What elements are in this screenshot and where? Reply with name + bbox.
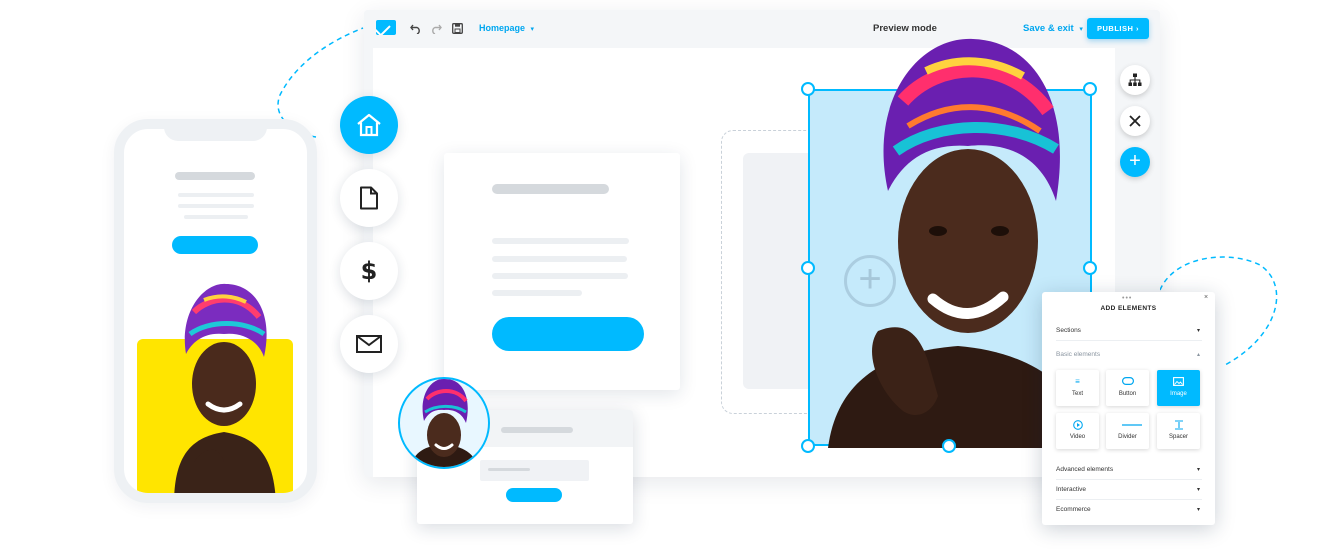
drag-handle-icon[interactable]: ••• — [1122, 295, 1132, 302]
phone-text-line — [178, 204, 254, 208]
tile-label: Video — [1069, 434, 1086, 440]
add-element-ghost-icon: + — [844, 255, 896, 307]
page-select-dropdown[interactable]: Homepage ▾ — [479, 23, 534, 33]
tile-label: Text — [1071, 391, 1083, 397]
publish-button[interactable]: PUBLISH › — [1087, 18, 1149, 39]
undo-icon[interactable] — [407, 20, 425, 38]
accordion-advanced-elements[interactable]: Advanced elements ▾ — [1056, 460, 1202, 480]
phone-title-placeholder — [175, 172, 255, 180]
content-card[interactable] — [444, 153, 680, 390]
text-icon: ≡ — [1075, 377, 1080, 386]
resize-handle-middle-right[interactable] — [1083, 261, 1097, 275]
plus-icon[interactable]: + — [1120, 147, 1150, 177]
tile-label: Divider — [1118, 434, 1137, 440]
phone-text-line — [178, 193, 254, 197]
tile-spacer[interactable]: Spacer — [1157, 413, 1200, 449]
tile-divider[interactable]: Divider — [1106, 413, 1149, 449]
card-text-line — [492, 290, 582, 296]
chevron-down-icon: ▾ — [1196, 487, 1200, 493]
button-icon — [1121, 377, 1134, 387]
tile-label: Spacer — [1168, 434, 1188, 440]
accordion-basic-elements[interactable]: Basic elements ▴ — [1056, 345, 1202, 365]
dollar-icon[interactable]: $ — [340, 242, 398, 300]
accordion-label: Ecommerce — [1056, 506, 1091, 513]
accordion-label: Basic elements — [1056, 351, 1101, 358]
add-elements-panel: ••• × ADD ELEMENTS Sections ▾ Basic elem… — [1042, 292, 1215, 525]
chevron-up-icon: ▴ — [1196, 352, 1200, 358]
resize-handle-bottom-left[interactable] — [801, 439, 815, 453]
mobile-preview-phone — [114, 119, 317, 503]
accordion-label: Interactive — [1056, 486, 1086, 493]
resize-handle-bottom-center[interactable] — [942, 439, 956, 453]
card-cta-button — [492, 317, 644, 351]
accordion-interactive[interactable]: Interactive ▾ — [1056, 480, 1202, 500]
tile-text[interactable]: ≡ Text — [1056, 370, 1099, 406]
phone-notch — [164, 129, 267, 141]
card-text-line — [492, 238, 629, 244]
card-text-line — [492, 273, 628, 279]
popup-submit-button — [506, 488, 562, 502]
tile-label: Image — [1170, 391, 1187, 397]
divider-icon — [1121, 420, 1142, 430]
image-icon — [1173, 377, 1185, 387]
popup-input-placeholder — [480, 460, 589, 481]
close-icon[interactable] — [1120, 106, 1150, 136]
resize-handle-top-left[interactable] — [801, 82, 815, 96]
phone-portrait-image — [174, 283, 276, 493]
phone-cta-button — [172, 236, 258, 254]
phone-text-line — [184, 215, 248, 219]
accordion-sections[interactable]: Sections ▾ — [1056, 321, 1202, 341]
redo-icon[interactable] — [427, 20, 445, 38]
chevron-down-icon: ▾ — [530, 26, 535, 33]
accordion-label: Advanced elements — [1056, 466, 1114, 473]
left-nav: $ — [340, 96, 398, 376]
sitemap-icon[interactable] — [1120, 65, 1150, 95]
card-text-line — [492, 256, 627, 262]
save-icon[interactable] — [448, 20, 466, 38]
chevron-down-icon: ▾ — [1196, 507, 1200, 513]
video-icon — [1072, 420, 1084, 430]
page-select-label: Homepage — [479, 23, 526, 33]
popup-title-placeholder — [501, 427, 573, 433]
close-icon[interactable]: × — [1204, 294, 1208, 301]
spacer-icon — [1173, 420, 1185, 430]
home-icon[interactable] — [340, 96, 398, 154]
tile-image[interactable]: Image — [1157, 370, 1200, 406]
tile-video[interactable]: Video — [1056, 413, 1099, 449]
envelope-icon[interactable] — [340, 315, 398, 373]
resize-handle-middle-left[interactable] — [801, 261, 815, 275]
tile-label: Button — [1118, 391, 1137, 397]
accordion-label: Sections — [1056, 327, 1081, 334]
tile-button[interactable]: Button — [1106, 370, 1149, 406]
logo-envelope-icon[interactable] — [376, 20, 396, 35]
page-icon[interactable] — [340, 169, 398, 227]
panel-title: ADD ELEMENTS — [1100, 305, 1157, 312]
accordion-ecommerce[interactable]: Ecommerce ▾ — [1056, 500, 1202, 520]
avatar-portrait — [398, 377, 490, 469]
chevron-down-icon: ▾ — [1196, 328, 1200, 334]
chevron-down-icon: ▾ — [1196, 467, 1200, 473]
resize-handle-top-right[interactable] — [1083, 82, 1097, 96]
card-title-placeholder — [492, 184, 609, 194]
